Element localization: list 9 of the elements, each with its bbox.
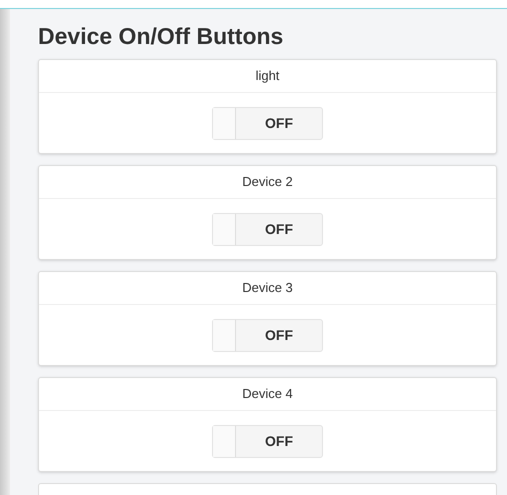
page-title: Device On/Off Buttons <box>38 22 284 50</box>
device-name: Device 2 <box>242 173 293 192</box>
device-name: Device 4 <box>242 385 293 404</box>
toggle-switch[interactable]: OFF <box>212 212 323 246</box>
device-name: light <box>256 67 280 86</box>
device-name: Device 3 <box>242 279 293 298</box>
toggle-switch[interactable]: OFF <box>212 106 323 140</box>
toggle-switch[interactable]: OFF <box>212 424 323 458</box>
toggle-switch[interactable]: OFF <box>212 318 323 352</box>
